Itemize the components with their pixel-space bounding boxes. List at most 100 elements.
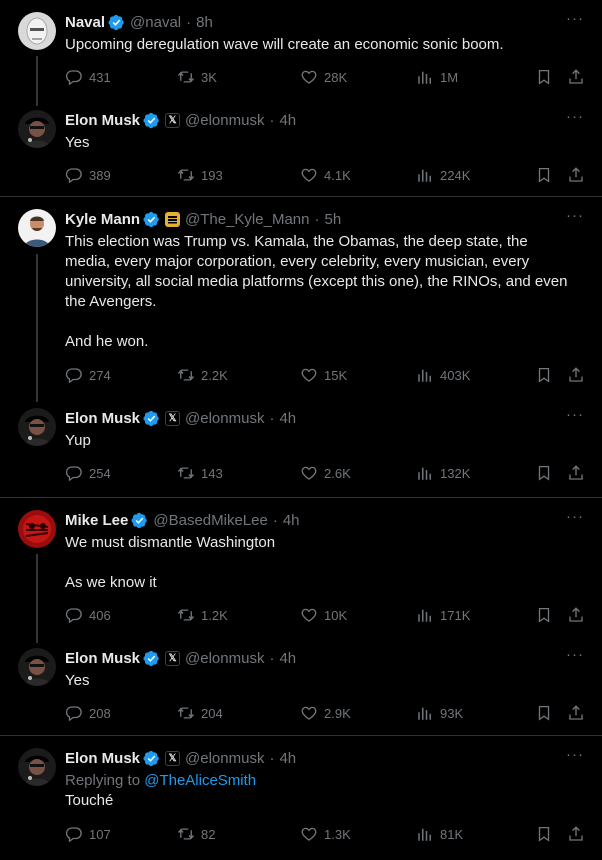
retweet-count: 3K: [201, 69, 217, 85]
views-button[interactable]: 132K: [416, 464, 470, 482]
timestamp[interactable]: 8h: [196, 14, 213, 31]
retweet-button[interactable]: 82: [177, 825, 215, 843]
share-button[interactable]: [567, 606, 591, 624]
author-handle[interactable]: @elonmusk: [185, 112, 264, 129]
views-button[interactable]: 93K: [416, 704, 463, 722]
share-icon: [567, 606, 585, 624]
timestamp[interactable]: 4h: [279, 650, 296, 667]
retweet-button[interactable]: 193: [177, 166, 223, 184]
bookmark-button[interactable]: [535, 166, 559, 184]
avatar[interactable]: [18, 748, 56, 786]
tweet-header: Elon Musk 𝕏 @elonmusk · 4h: [65, 408, 296, 428]
retweet-count: 193: [201, 167, 223, 183]
author-handle[interactable]: @naval: [130, 14, 181, 31]
avatar[interactable]: [18, 110, 56, 148]
reply-icon: [65, 825, 83, 843]
like-button[interactable]: 1.3K: [300, 825, 351, 843]
like-button[interactable]: 4.1K: [300, 166, 351, 184]
bookmark-button[interactable]: [535, 68, 559, 86]
more-options-icon[interactable]: ···: [566, 406, 584, 423]
avatar[interactable]: [18, 12, 56, 50]
tweet-text-line: Upcoming deregulation wave will create a…: [65, 36, 504, 53]
author-name[interactable]: Mike Lee: [65, 512, 128, 529]
tweet-text-line: We must dismantle Washington: [65, 534, 276, 551]
reply-button[interactable]: 431: [65, 68, 111, 86]
author-name[interactable]: Elon Musk: [65, 112, 140, 129]
retweet-icon: [177, 166, 195, 184]
views-button[interactable]: 403K: [416, 366, 470, 384]
bookmark-button[interactable]: [535, 606, 559, 624]
reply-count: 406: [89, 607, 111, 623]
more-options-icon[interactable]: ···: [566, 746, 584, 763]
bookmark-button[interactable]: [535, 464, 559, 482]
tweet-text: Yes: [65, 671, 575, 691]
share-button[interactable]: [567, 464, 591, 482]
x-logo-icon[interactable]: 𝕏: [165, 750, 181, 766]
like-button[interactable]: 2.9K: [300, 704, 351, 722]
timestamp[interactable]: 4h: [283, 512, 300, 529]
timestamp[interactable]: 4h: [279, 750, 296, 767]
more-options-icon[interactable]: ···: [566, 108, 584, 125]
avatar[interactable]: [18, 510, 56, 548]
more-options-icon[interactable]: ···: [566, 646, 584, 663]
like-button[interactable]: 10K: [300, 606, 347, 624]
share-button[interactable]: [567, 166, 591, 184]
verified-badge-icon: [143, 750, 160, 767]
retweet-button[interactable]: 2.2K: [177, 366, 228, 384]
more-options-icon[interactable]: ···: [566, 508, 584, 525]
retweet-button[interactable]: 1.2K: [177, 606, 228, 624]
reply-button[interactable]: 389: [65, 166, 111, 184]
more-options-icon[interactable]: ···: [566, 207, 584, 224]
more-options-icon[interactable]: ···: [566, 10, 584, 27]
avatar[interactable]: [18, 648, 56, 686]
heart-icon: [300, 825, 318, 843]
share-button[interactable]: [567, 366, 591, 384]
heart-icon: [300, 68, 318, 86]
reply-button[interactable]: 406: [65, 606, 111, 624]
timestamp[interactable]: 4h: [279, 410, 296, 427]
reply-button[interactable]: 274: [65, 366, 111, 384]
reply-button[interactable]: 254: [65, 464, 111, 482]
x-logo-icon[interactable]: 𝕏: [165, 650, 181, 666]
author-name[interactable]: Kyle Mann: [65, 211, 140, 228]
avatar[interactable]: [18, 209, 56, 247]
views-button[interactable]: 81K: [416, 825, 463, 843]
timestamp[interactable]: 5h: [324, 211, 341, 228]
like-button[interactable]: 28K: [300, 68, 347, 86]
views-button[interactable]: 224K: [416, 166, 470, 184]
share-button[interactable]: [567, 704, 591, 722]
like-count: 2.9K: [324, 705, 351, 721]
tweet-header: Elon Musk 𝕏 @elonmusk · 4h: [65, 110, 296, 130]
author-name[interactable]: Elon Musk: [65, 410, 140, 427]
views-button[interactable]: 171K: [416, 606, 470, 624]
like-button[interactable]: 2.6K: [300, 464, 351, 482]
avatar[interactable]: [18, 408, 56, 446]
share-button[interactable]: [567, 68, 591, 86]
author-name[interactable]: Naval: [65, 14, 105, 31]
author-handle[interactable]: @elonmusk: [185, 750, 264, 767]
x-logo-icon[interactable]: 𝕏: [165, 410, 181, 426]
bookmark-button[interactable]: [535, 704, 559, 722]
reply-button[interactable]: 208: [65, 704, 111, 722]
author-handle[interactable]: @The_Kyle_Mann: [185, 211, 309, 228]
bookmark-button[interactable]: [535, 366, 559, 384]
x-logo-icon[interactable]: 𝕏: [165, 112, 181, 128]
like-button[interactable]: 15K: [300, 366, 347, 384]
views-button[interactable]: 1M: [416, 68, 458, 86]
replying-to-link[interactable]: @TheAliceSmith: [144, 772, 256, 789]
author-handle[interactable]: @BasedMikeLee: [153, 512, 267, 529]
retweet-button[interactable]: 143: [177, 464, 223, 482]
author-name[interactable]: Elon Musk: [65, 650, 140, 667]
bookmark-button[interactable]: [535, 825, 559, 843]
babylon-bee-icon[interactable]: [165, 211, 181, 227]
retweet-button[interactable]: 204: [177, 704, 223, 722]
retweet-button[interactable]: 3K: [177, 68, 217, 86]
author-name[interactable]: Elon Musk: [65, 750, 140, 767]
share-button[interactable]: [567, 825, 591, 843]
timestamp[interactable]: 4h: [279, 112, 296, 129]
heart-icon: [300, 464, 318, 482]
reply-button[interactable]: 107: [65, 825, 111, 843]
author-handle[interactable]: @elonmusk: [185, 650, 264, 667]
author-handle[interactable]: @elonmusk: [185, 410, 264, 427]
retweet-icon: [177, 68, 195, 86]
